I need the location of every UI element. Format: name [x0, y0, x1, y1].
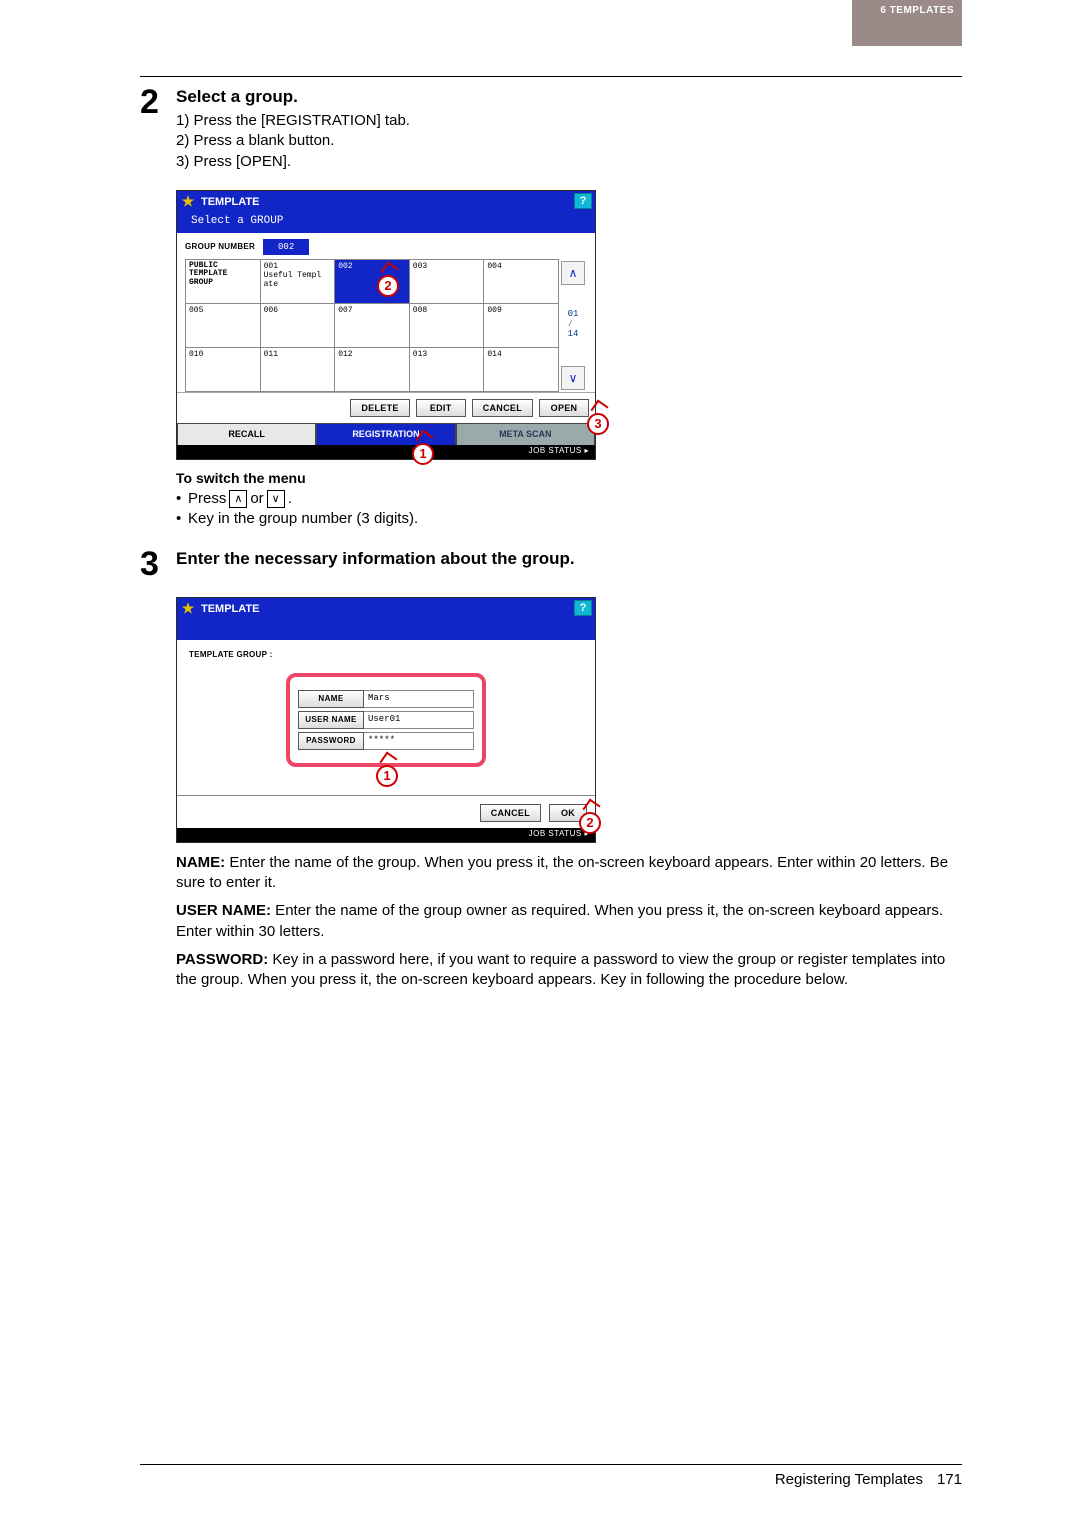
star-icon: ★	[181, 195, 195, 209]
switch-menu-line2: Key in the group number (3 digits).	[188, 510, 418, 527]
cell-001[interactable]: 001 Useful Templ ate	[260, 259, 335, 303]
password-field[interactable]: *****	[364, 732, 474, 750]
callout-2: 2	[579, 812, 601, 834]
star-icon: ★	[181, 602, 195, 616]
step-2-item-1: 1) Press the [REGISTRATION] tab.	[176, 111, 962, 131]
desc-username: USER NAME: Enter the name of the group o…	[176, 901, 962, 942]
delete-button[interactable]: DELETE	[350, 399, 409, 417]
job-status-bar[interactable]: JOB STATUS ▸	[177, 445, 595, 459]
username-field[interactable]: User01	[364, 711, 474, 729]
cell-006[interactable]: 006	[260, 303, 335, 347]
cell-014[interactable]: 014	[484, 347, 559, 391]
cell-004[interactable]: 004	[484, 259, 559, 303]
template-panel-group-info: ★ TEMPLATE ? TEMPLATE GROUP : NAME Mars …	[176, 597, 596, 843]
key-down-icon: ∨	[267, 490, 285, 508]
step-2-title: Select a group.	[176, 87, 962, 107]
footer-page: 171	[937, 1471, 962, 1488]
header-band: 6 TEMPLATES	[852, 0, 962, 46]
desc-password-text: Key in a password here, if you want to r…	[176, 951, 945, 988]
desc-password-label: PASSWORD:	[176, 951, 268, 968]
panel2-title: TEMPLATE	[201, 603, 259, 615]
username-label-button[interactable]: USER NAME	[298, 711, 364, 729]
page-indicator: 01 ⁄ 14	[568, 287, 579, 364]
template-panel-select-group: ★ TEMPLATE ? Select a GROUP GROUP NUMBER…	[176, 190, 596, 460]
scroll-up-icon[interactable]: ∧	[561, 261, 585, 285]
step-3-title: Enter the necessary information about th…	[176, 549, 962, 569]
rule-top	[140, 76, 962, 77]
cell-012[interactable]: 012	[335, 347, 410, 391]
desc-password: PASSWORD: Key in a password here, if you…	[176, 950, 962, 991]
footer-title: Registering Templates	[775, 1471, 923, 1488]
cancel-button[interactable]: CANCEL	[480, 804, 541, 822]
switch-menu-heading: To switch the menu	[176, 470, 962, 486]
callout-1: 1	[412, 443, 434, 465]
cell-009[interactable]: 009	[484, 303, 559, 347]
cell-public-template-group[interactable]: PUBLIC TEMPLATE GROUP	[186, 259, 261, 303]
help-icon[interactable]: ?	[574, 193, 592, 209]
desc-username-label: USER NAME:	[176, 902, 271, 919]
rule-bottom	[140, 1464, 962, 1465]
group-number-value[interactable]: 002	[263, 239, 309, 255]
callout-1: 1	[376, 765, 398, 787]
panel2-subtitle	[177, 620, 595, 640]
step-3-number: 3	[140, 549, 176, 579]
help-icon[interactable]: ?	[574, 600, 592, 616]
key-up-icon: ∧	[229, 490, 247, 508]
tab-recall[interactable]: RECALL	[177, 423, 316, 445]
desc-name-label: NAME:	[176, 854, 225, 871]
bullet-icon: •	[176, 490, 188, 507]
tab-meta-scan[interactable]: META SCAN	[456, 423, 595, 445]
switch-menu-or-text: or	[250, 490, 263, 507]
group-number-label: GROUP NUMBER	[185, 242, 255, 251]
cell-008[interactable]: 008	[409, 303, 484, 347]
panel1-title: TEMPLATE	[201, 196, 259, 208]
cancel-button[interactable]: CANCEL	[472, 399, 533, 417]
password-label-button[interactable]: PASSWORD	[298, 732, 364, 750]
group-grid: PUBLIC TEMPLATE GROUP 001 Useful Templ a…	[185, 259, 559, 392]
cell-013[interactable]: 013	[409, 347, 484, 391]
step-2-items: 1) Press the [REGISTRATION] tab. 2) Pres…	[176, 111, 962, 172]
template-group-label: TEMPLATE GROUP :	[189, 650, 585, 659]
switch-menu-press-text: Press	[188, 490, 226, 507]
cell-003[interactable]: 003	[409, 259, 484, 303]
group-info-form: NAME Mars USER NAME User01 PASSWORD ****…	[286, 673, 486, 767]
tab-registration[interactable]: REGISTRATION	[316, 423, 455, 445]
scroll-down-icon[interactable]: ∨	[561, 366, 585, 390]
bullet-icon: •	[176, 510, 188, 527]
callout-2: 2	[377, 275, 399, 297]
edit-button[interactable]: EDIT	[416, 399, 466, 417]
name-label-button[interactable]: NAME	[298, 690, 364, 708]
desc-name: NAME: Enter the name of the group. When …	[176, 853, 962, 894]
desc-username-text: Enter the name of the group owner as req…	[176, 902, 943, 939]
job-status-bar[interactable]: JOB STATUS ▸	[177, 828, 595, 842]
step-2-item-3: 3) Press [OPEN].	[176, 152, 962, 172]
callout-3: 3	[587, 413, 609, 435]
step-2-item-2: 2) Press a blank button.	[176, 131, 962, 151]
cell-007[interactable]: 007	[335, 303, 410, 347]
name-field[interactable]: Mars	[364, 690, 474, 708]
cell-010[interactable]: 010	[186, 347, 261, 391]
cell-011[interactable]: 011	[260, 347, 335, 391]
open-button[interactable]: OPEN	[539, 399, 589, 417]
switch-menu-period: .	[288, 490, 292, 507]
panel1-subtitle: Select a GROUP	[177, 213, 595, 233]
cell-005[interactable]: 005	[186, 303, 261, 347]
desc-name-text: Enter the name of the group. When you pr…	[176, 854, 948, 891]
step-2-number: 2	[140, 87, 176, 172]
